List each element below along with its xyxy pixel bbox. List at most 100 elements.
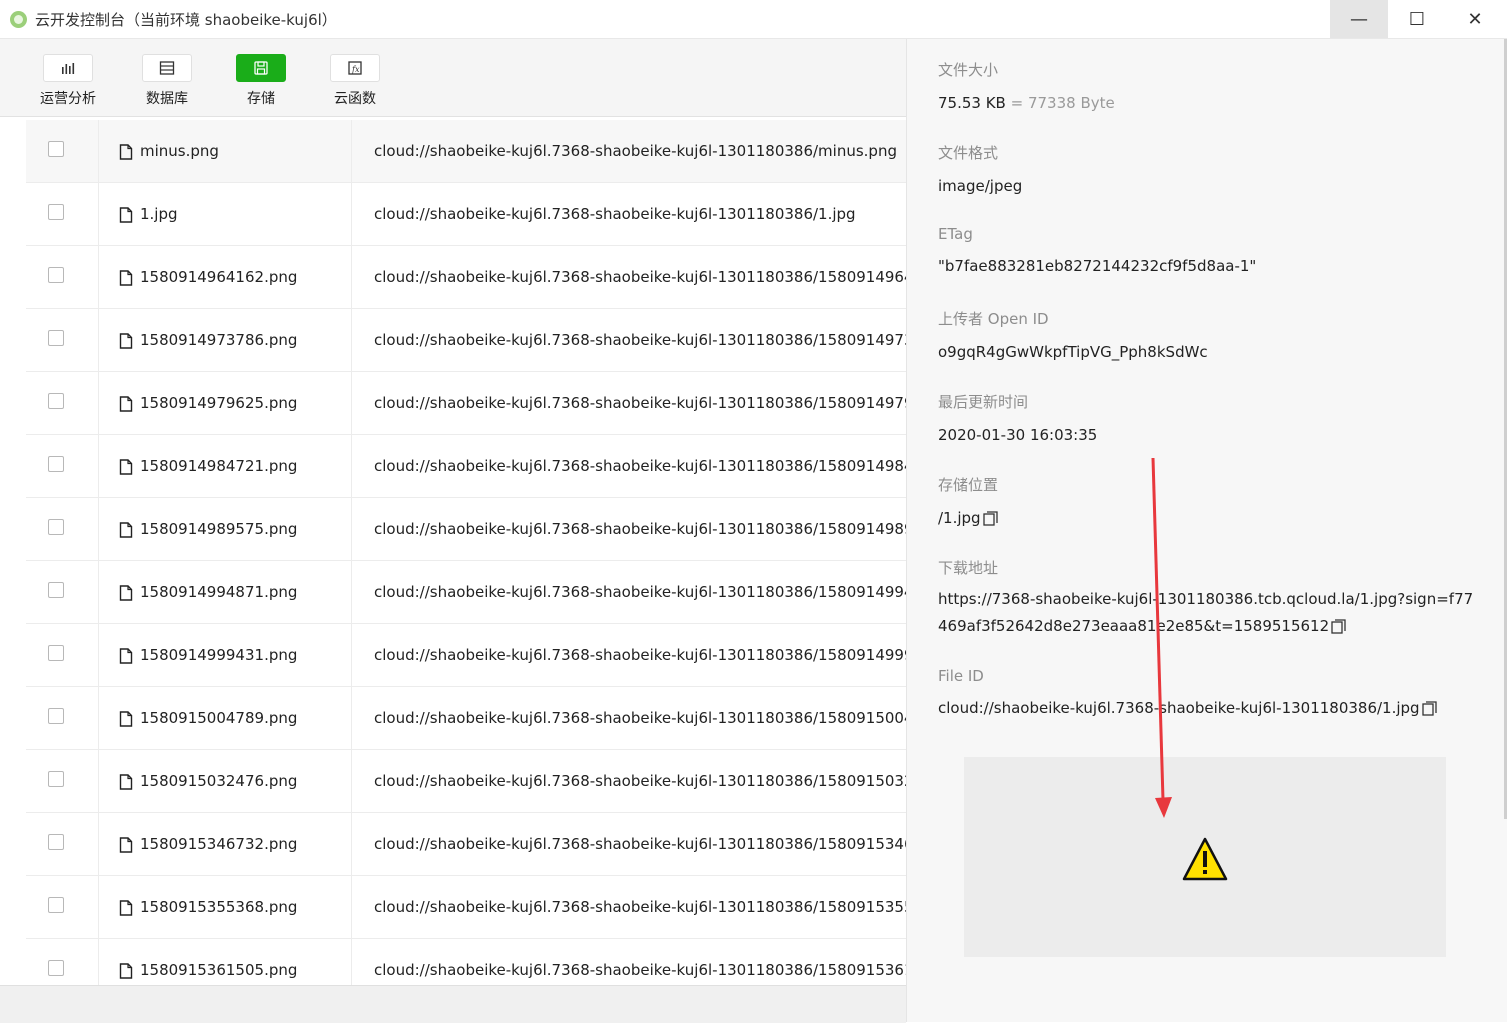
file-name-cell[interactable]: 1580915361505.png: [99, 939, 352, 985]
row-checkbox[interactable]: [48, 141, 64, 157]
toolbar-storage-label: 存储: [247, 91, 275, 107]
row-checkbox[interactable]: [48, 582, 64, 598]
file-name-cell[interactable]: 1580914999431.png: [99, 624, 352, 686]
row-checkbox[interactable]: [48, 267, 64, 283]
row-checkbox[interactable]: [48, 897, 64, 913]
checkbox-cell: [26, 435, 99, 497]
file-size-value: 75.53 KB = 77338 Byte: [938, 94, 1115, 112]
file-path: cloud://shaobeike-kuj6l.7368-shaobeike-k…: [374, 646, 906, 664]
file-id-text: cloud://shaobeike-kuj6l.7368-shaobeike-k…: [938, 699, 1420, 717]
row-checkbox[interactable]: [48, 645, 64, 661]
updated-time-value: 2020-01-30 16:03:35: [938, 426, 1098, 444]
file-size-field: 文件大小 75.53 KB = 77338 Byte: [938, 59, 1115, 112]
table-row[interactable]: 1580914994871.png cloud://shaobeike-kuj6l…: [26, 561, 906, 624]
file-path-cell[interactable]: cloud://shaobeike-kuj6l.7368-shaobeike-k…: [352, 183, 906, 245]
copy-icon[interactable]: [1331, 616, 1346, 643]
file-path-cell[interactable]: cloud://shaobeike-kuj6l.7368-shaobeike-k…: [352, 246, 906, 308]
table-row[interactable]: 1580915032476.png cloud://shaobeike-kuj6l…: [26, 750, 906, 813]
file-name-cell[interactable]: 1580914994871.png: [99, 561, 352, 623]
file-path: cloud://shaobeike-kuj6l.7368-shaobeike-k…: [374, 520, 906, 538]
toolbar-analytics-button[interactable]: 运营分析: [28, 54, 108, 108]
bar-chart-icon: [43, 54, 93, 82]
file-path-cell[interactable]: cloud://shaobeike-kuj6l.7368-shaobeike-k…: [352, 813, 906, 875]
file-path-cell[interactable]: cloud://shaobeike-kuj6l.7368-shaobeike-k…: [352, 561, 906, 623]
row-checkbox[interactable]: [48, 393, 64, 409]
toolbar-analytics-label: 运营分析: [40, 91, 96, 107]
file-path-cell[interactable]: cloud://shaobeike-kuj6l.7368-shaobeike-k…: [352, 372, 906, 434]
file-name-cell[interactable]: 1580915032476.png: [99, 750, 352, 812]
file-name-cell[interactable]: 1580914989575.png: [99, 498, 352, 560]
file-path-cell[interactable]: cloud://shaobeike-kuj6l.7368-shaobeike-k…: [352, 120, 906, 182]
table-row[interactable]: 1580915361505.png cloud://shaobeike-kuj6l…: [26, 939, 906, 985]
file-path-cell[interactable]: cloud://shaobeike-kuj6l.7368-shaobeike-k…: [352, 309, 906, 371]
file-id-label: File ID: [938, 667, 984, 685]
close-button[interactable]: ✕: [1446, 0, 1504, 38]
copy-icon[interactable]: [982, 511, 998, 530]
file-name: 1580915032476.png: [140, 772, 298, 790]
file-path: cloud://shaobeike-kuj6l.7368-shaobeike-k…: [374, 772, 906, 790]
copy-icon[interactable]: [1421, 701, 1437, 720]
file-path-cell[interactable]: cloud://shaobeike-kuj6l.7368-shaobeike-k…: [352, 876, 906, 938]
file-name: 1580914999431.png: [140, 646, 298, 664]
row-checkbox[interactable]: [48, 456, 64, 472]
row-checkbox[interactable]: [48, 960, 64, 976]
download-url-text[interactable]: https://7368-shaobeike-kuj6l-1301180386.…: [938, 590, 1473, 635]
table-row[interactable]: 1580914964162.png cloud://shaobeike-kuj6l…: [26, 246, 906, 309]
checkbox-cell: [26, 687, 99, 749]
file-path-cell[interactable]: cloud://shaobeike-kuj6l.7368-shaobeike-k…: [352, 435, 906, 497]
storage-location-value: /1.jpg: [938, 509, 998, 530]
toolbar-functions-label: 云函数: [334, 91, 376, 107]
etag-label: ETag: [938, 225, 973, 243]
table-row[interactable]: 1580914999431.png cloud://shaobeike-kuj6l…: [26, 624, 906, 687]
checkbox-cell: [26, 246, 99, 308]
file-name-cell[interactable]: 1580914964162.png: [99, 246, 352, 308]
file-path-cell[interactable]: cloud://shaobeike-kuj6l.7368-shaobeike-k…: [352, 750, 906, 812]
table-row[interactable]: 1580915004789.png cloud://shaobeike-kuj6l…: [26, 687, 906, 750]
file-path: cloud://shaobeike-kuj6l.7368-shaobeike-k…: [374, 709, 906, 727]
checkbox-cell: [26, 939, 99, 985]
row-checkbox[interactable]: [48, 834, 64, 850]
row-checkbox[interactable]: [48, 708, 64, 724]
file-name-cell[interactable]: 1.jpg: [99, 183, 352, 245]
table-row[interactable]: 1580914979625.png cloud://shaobeike-kuj6l…: [26, 372, 906, 435]
table-row[interactable]: 1580914973786.png cloud://shaobeike-kuj6l…: [26, 309, 906, 372]
maximize-button[interactable]: ☐: [1388, 0, 1446, 38]
row-checkbox[interactable]: [48, 771, 64, 787]
toolbar-database-button[interactable]: 数据库: [127, 54, 207, 108]
file-path: cloud://shaobeike-kuj6l.7368-shaobeike-k…: [374, 835, 906, 853]
file-icon: [119, 270, 133, 290]
file-name-cell[interactable]: 1580915346732.png: [99, 813, 352, 875]
file-name-cell[interactable]: 1580915355368.png: [99, 876, 352, 938]
file-name-cell[interactable]: 1580914984721.png: [99, 435, 352, 497]
file-table: minus.png cloud://shaobeike-kuj6l.7368-sh…: [26, 120, 906, 985]
table-row[interactable]: 1580915346732.png cloud://shaobeike-kuj6l…: [26, 813, 906, 876]
file-name-cell[interactable]: 1580914973786.png: [99, 309, 352, 371]
table-row[interactable]: 1580914989575.png cloud://shaobeike-kuj6l…: [26, 498, 906, 561]
file-path-cell[interactable]: cloud://shaobeike-kuj6l.7368-shaobeike-k…: [352, 498, 906, 560]
row-checkbox[interactable]: [48, 204, 64, 220]
checkbox-cell: [26, 813, 99, 875]
file-path-cell[interactable]: cloud://shaobeike-kuj6l.7368-shaobeike-k…: [352, 939, 906, 985]
file-path-cell[interactable]: cloud://shaobeike-kuj6l.7368-shaobeike-k…: [352, 687, 906, 749]
file-path: cloud://shaobeike-kuj6l.7368-shaobeike-k…: [374, 583, 906, 601]
table-row[interactable]: 1580915355368.png cloud://shaobeike-kuj6l…: [26, 876, 906, 939]
file-name-cell[interactable]: 1580914979625.png: [99, 372, 352, 434]
row-checkbox[interactable]: [48, 330, 64, 346]
file-path: cloud://shaobeike-kuj6l.7368-shaobeike-k…: [374, 394, 906, 412]
table-row[interactable]: 1.jpg cloud://shaobeike-kuj6l.7368-shaobe…: [26, 183, 906, 246]
file-id-value: cloud://shaobeike-kuj6l.7368-shaobeike-k…: [938, 699, 1437, 720]
row-checkbox[interactable]: [48, 519, 64, 535]
toolbar-storage-button[interactable]: 存储: [221, 54, 301, 108]
file-path-cell[interactable]: cloud://shaobeike-kuj6l.7368-shaobeike-k…: [352, 624, 906, 686]
app-logo-icon: [10, 11, 27, 28]
toolbar-functions-button[interactable]: fx 云函数: [315, 54, 395, 108]
file-icon: [119, 774, 133, 794]
minimize-button[interactable]: —: [1330, 0, 1388, 38]
table-row[interactable]: 1580914984721.png cloud://shaobeike-kuj6l…: [26, 435, 906, 498]
storage-icon: [236, 54, 286, 82]
file-name-cell[interactable]: minus.png: [99, 120, 352, 182]
table-row[interactable]: minus.png cloud://shaobeike-kuj6l.7368-sh…: [26, 120, 906, 183]
file-name-cell[interactable]: 1580915004789.png: [99, 687, 352, 749]
file-size-kb: 75.53 KB: [938, 94, 1006, 112]
file-detail-panel: 文件大小 75.53 KB = 77338 Byte 文件格式 image/jp…: [906, 39, 1507, 1022]
